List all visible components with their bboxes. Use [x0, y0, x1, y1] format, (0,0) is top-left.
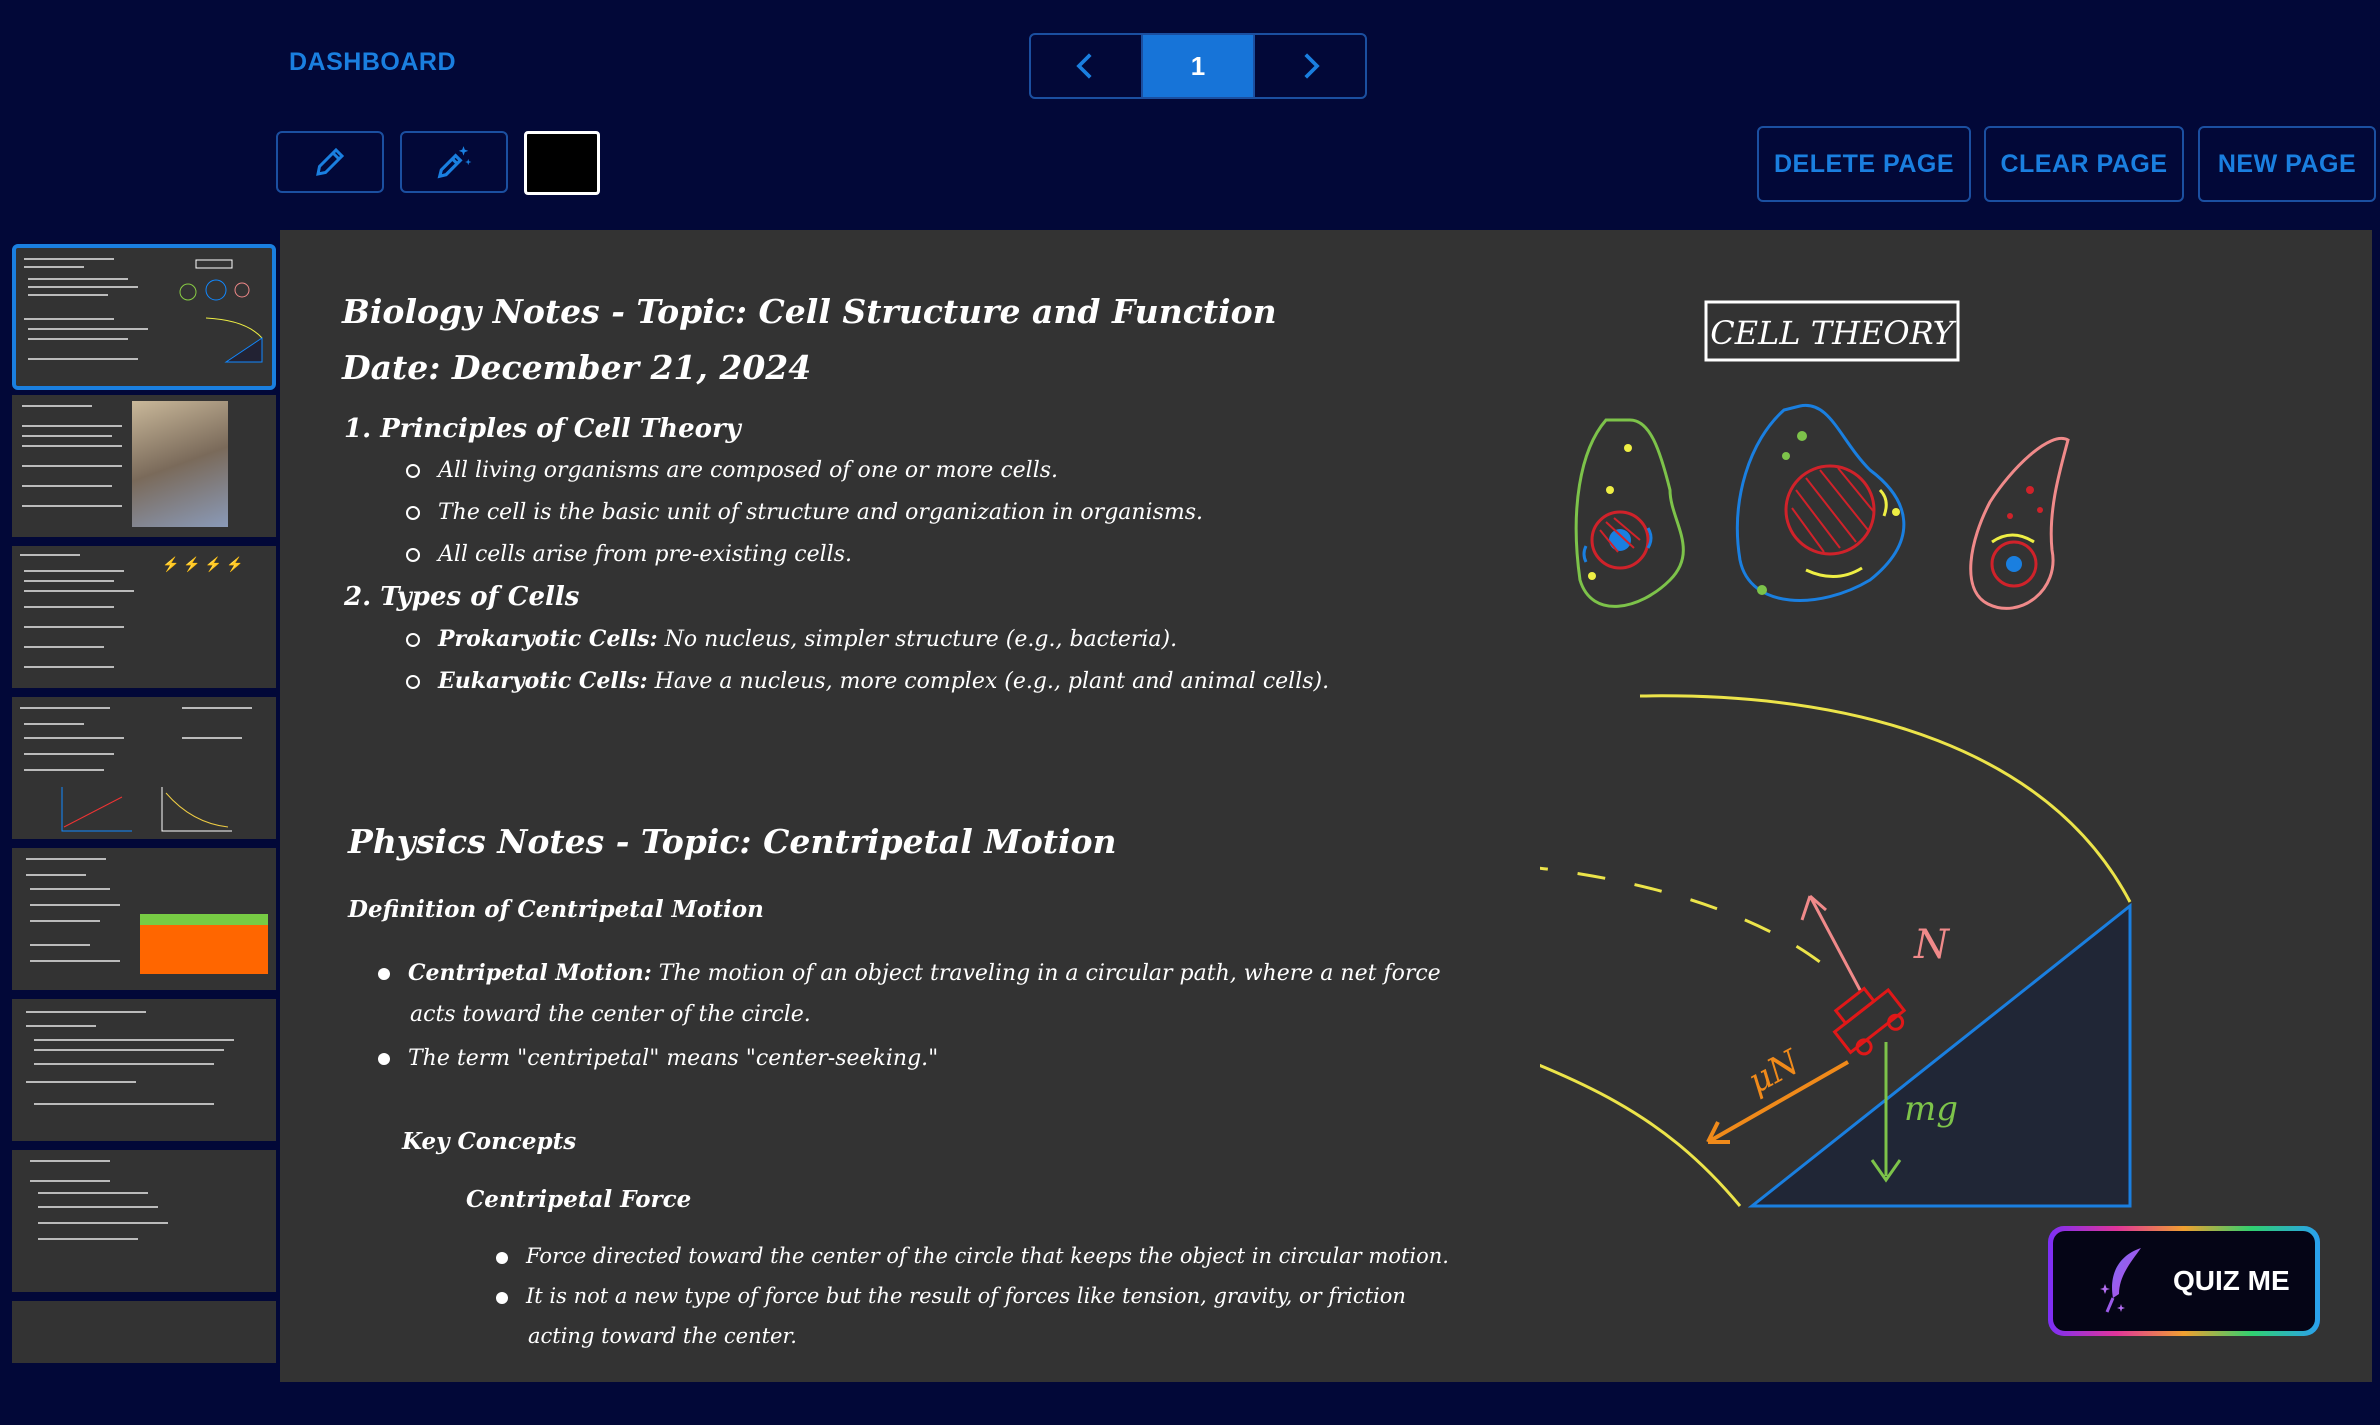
- biology-title: Biology Notes - Topic: Cell Structure an…: [342, 292, 1277, 331]
- cell-theory-label: CELL THEORY: [1710, 314, 1956, 352]
- section-heading: 1. Principles of Cell Theory: [344, 414, 741, 444]
- note-canvas[interactable]: Biology Notes - Topic: Cell Structure an…: [280, 230, 2372, 1382]
- chevron-right-icon: [1304, 53, 1320, 79]
- dashed-path: [1540, 866, 1831, 972]
- list-item-continued: acting toward the center.: [528, 1324, 797, 1348]
- clear-page-button[interactable]: CLEAR PAGE: [1984, 126, 2184, 202]
- next-page-button[interactable]: [1255, 35, 1365, 97]
- list-item: Eukaryotic Cells: Have a nucleus, more c…: [406, 668, 1329, 694]
- page-thumbnail-4[interactable]: [12, 697, 276, 839]
- list-item: Prokaryotic Cells: No nucleus, simpler s…: [406, 626, 1177, 652]
- biology-date: Date: December 21, 2024: [342, 348, 812, 387]
- normal-force-arrow: [1800, 894, 1862, 991]
- animal-cell-blue: [1736, 403, 1906, 602]
- centripetal-force-heading: Centripetal Force: [466, 1186, 692, 1213]
- normal-force-label: N: [1913, 922, 1951, 968]
- pencil-icon: [316, 147, 345, 176]
- list-item: All cells arise from pre-existing cells.: [406, 542, 852, 567]
- color-swatch[interactable]: [524, 131, 600, 195]
- cell-pink: [1969, 436, 2070, 610]
- pen-tool-button[interactable]: [276, 131, 384, 193]
- page-navigator: 1: [1029, 33, 1367, 99]
- list-item: It is not a new type of force but the re…: [496, 1284, 1406, 1308]
- quiz-me-label: QUIZ ME: [2173, 1265, 2290, 1296]
- quill-sparkle-icon: [2100, 1248, 2141, 1313]
- key-concepts-heading: Key Concepts: [402, 1128, 577, 1155]
- dashboard-link[interactable]: DASHBOARD: [289, 48, 456, 77]
- page-thumbnails: ⚡ ⚡ ⚡ ⚡: [12, 244, 278, 1372]
- page-thumbnail-2[interactable]: [12, 395, 276, 537]
- page-thumbnail-7[interactable]: [12, 1150, 276, 1292]
- cell-theory-drawing: CELL THEORY N mg μN: [1540, 300, 2132, 1208]
- gravity-label: mg: [1904, 1089, 1958, 1129]
- list-item: The term "centripetal" means "center-see…: [378, 1046, 938, 1071]
- car-icon: [1832, 986, 1907, 1056]
- definition-heading: Definition of Centripetal Motion: [348, 896, 764, 923]
- page-thumbnail-1[interactable]: [12, 244, 276, 390]
- list-item-continued: acts toward the center of the circle.: [410, 1002, 811, 1027]
- delete-page-button[interactable]: DELETE PAGE: [1757, 126, 1971, 202]
- new-page-button[interactable]: NEW PAGE: [2198, 126, 2376, 202]
- list-item: The cell is the basic unit of structure …: [406, 500, 1203, 525]
- list-item: Centripetal Motion: The motion of an obj…: [378, 960, 1441, 986]
- list-item: All living organisms are composed of one…: [406, 458, 1058, 483]
- quiz-me-button[interactable]: QUIZ ME: [2048, 1226, 2320, 1336]
- page-thumbnail-8[interactable]: [12, 1301, 276, 1363]
- page-thumbnail-5[interactable]: [12, 848, 276, 990]
- chevron-left-icon: [1076, 53, 1092, 79]
- outer-curve: [1639, 694, 2132, 903]
- magic-tool-button[interactable]: [400, 131, 508, 193]
- section-heading: 2. Types of Cells: [344, 582, 580, 612]
- page-thumbnail-6[interactable]: [12, 999, 276, 1141]
- list-item: Force directed toward the center of the …: [496, 1244, 1449, 1268]
- current-page-number: 1: [1141, 35, 1255, 97]
- page-thumbnail-3[interactable]: ⚡ ⚡ ⚡ ⚡: [12, 546, 276, 688]
- prev-page-button[interactable]: [1031, 35, 1141, 97]
- magic-wand-icon: [437, 146, 472, 179]
- inner-curve: [1540, 1063, 1742, 1207]
- physics-title: Physics Notes - Topic: Centripetal Motio…: [348, 822, 1117, 861]
